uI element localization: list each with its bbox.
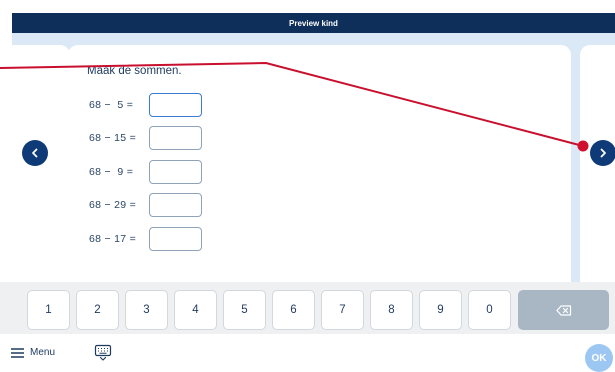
answer-input[interactable] xyxy=(149,193,202,217)
key-5[interactable]: 5 xyxy=(223,290,266,330)
preview-title-bar: Preview kind xyxy=(12,13,615,33)
key-3[interactable]: 3 xyxy=(125,290,168,330)
bottom-toolbar: Menu OK xyxy=(0,334,615,372)
sum-expression: 68 − 9 = xyxy=(89,166,134,178)
key-9[interactable]: 9 xyxy=(419,290,462,330)
exercise-stage: Maak de sommen. 68 − 5 = 68 − 15 = 68 − … xyxy=(12,33,615,282)
preview-title: Preview kind xyxy=(289,18,338,28)
sum-row: 68 − 29 = xyxy=(89,192,202,218)
key-1[interactable]: 1 xyxy=(27,290,70,330)
key-6[interactable]: 6 xyxy=(272,290,315,330)
sum-expression: 68 − 15 = xyxy=(89,132,137,144)
answer-input[interactable] xyxy=(149,126,202,150)
sum-row: 68 − 5 = xyxy=(89,92,202,118)
sum-expression: 68 − 5 = xyxy=(89,99,134,111)
number-keypad: 1 2 3 4 5 6 7 8 9 0 xyxy=(0,282,615,334)
answer-input[interactable] xyxy=(149,93,202,117)
ok-button[interactable]: OK xyxy=(585,344,613,372)
previous-page-button[interactable] xyxy=(22,140,48,166)
key-8[interactable]: 8 xyxy=(370,290,413,330)
hamburger-icon xyxy=(11,347,24,358)
answer-input[interactable] xyxy=(149,160,202,184)
key-2[interactable]: 2 xyxy=(76,290,119,330)
key-7[interactable]: 7 xyxy=(321,290,364,330)
menu-button[interactable]: Menu xyxy=(11,347,55,358)
keyboard-toggle-button[interactable] xyxy=(94,344,112,367)
backspace-icon xyxy=(555,304,571,316)
exercise-instruction: Maak de sommen. xyxy=(87,65,182,77)
key-0[interactable]: 0 xyxy=(468,290,511,330)
sum-expression: 68 − 17 = xyxy=(89,233,137,245)
chevron-left-icon xyxy=(32,148,38,158)
sum-expression: 68 − 29 = xyxy=(89,199,137,211)
menu-label: Menu xyxy=(30,347,56,358)
sum-row: 68 − 15 = xyxy=(89,125,202,151)
chevron-right-icon xyxy=(600,148,606,158)
sum-row: 68 − 9 = xyxy=(89,159,202,185)
next-page-button[interactable] xyxy=(590,140,615,166)
sum-row: 68 − 17 = xyxy=(89,226,202,252)
key-4[interactable]: 4 xyxy=(174,290,217,330)
exercise-card: Maak de sommen. 68 − 5 = 68 − 15 = 68 − … xyxy=(68,45,571,282)
answer-input[interactable] xyxy=(149,227,202,251)
keyboard-icon xyxy=(94,344,112,361)
backspace-key[interactable] xyxy=(518,290,609,330)
